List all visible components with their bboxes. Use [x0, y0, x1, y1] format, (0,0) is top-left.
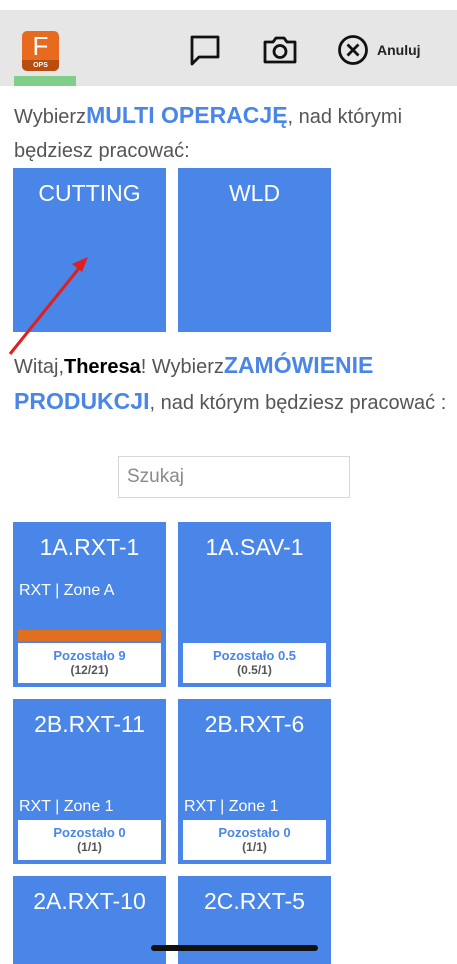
- order-tile[interactable]: 1A.SAV-1 Pozostało 0.5 (0.5/1): [178, 522, 331, 687]
- remaining-box: Pozostało 0.5 (0.5/1): [183, 643, 326, 683]
- order-tile[interactable]: 2B.RXT-11 RXT | Zone 1 Pozostało 0 (1/1): [13, 699, 166, 864]
- order-progress-bar: [18, 630, 161, 641]
- status-strip: [14, 76, 76, 86]
- order-subtitle: RXT | Zone A: [19, 582, 115, 599]
- order-title: 1A.RXT-1: [39, 534, 140, 560]
- order-tile[interactable]: 1A.RXT-1 RXT | Zone A Pozostało 9 (12/21…: [13, 522, 166, 687]
- order-tile[interactable]: 2B.RXT-6 RXT | Zone 1 Pozostało 0 (1/1): [178, 699, 331, 864]
- logo-letter: F: [32, 31, 49, 61]
- chat-button[interactable]: [188, 30, 222, 70]
- cancel-button[interactable]: Anuluj: [337, 30, 421, 70]
- cancel-label: Anuluj: [377, 42, 421, 58]
- remaining-count: (1/1): [242, 840, 267, 854]
- operations-prompt-highlight: MULTI OPERACJĘ: [86, 102, 288, 128]
- order-title: 2A.RXT-10: [33, 888, 146, 914]
- operation-label: WLD: [228, 180, 281, 206]
- remaining-count: (12/21): [70, 663, 109, 677]
- order-subtitle: RXT | Zone 1: [19, 798, 114, 815]
- remaining-label: Pozostało 0.5: [212, 648, 297, 663]
- order-subtitle: RXT | Zone 1: [184, 798, 279, 815]
- search-input[interactable]: [118, 456, 350, 498]
- remaining-box: Pozostało 9 (12/21): [18, 643, 161, 683]
- remaining-box: Pozostało 0 (1/1): [183, 820, 326, 860]
- operations-prompt: WybierzMULTI OPERACJĘ, nad którymi będzi…: [14, 102, 403, 162]
- logo-sub: OPS: [22, 60, 59, 71]
- remaining-count: (0.5/1): [237, 663, 272, 677]
- operation-label: CUTTING: [38, 180, 141, 206]
- order-title: 2B.RXT-6: [204, 711, 305, 737]
- order-title: 2B.RXT-11: [34, 711, 145, 737]
- order-tile[interactable]: 2A.RXT-10: [13, 876, 166, 964]
- remaining-label: Pozostało 0: [53, 825, 126, 840]
- remaining-label: Pozostało 0: [218, 825, 291, 840]
- remaining-count: (1/1): [77, 840, 102, 854]
- operation-tile-wld[interactable]: WLD: [178, 168, 331, 332]
- chat-icon: [190, 35, 220, 66]
- app-logo: F OPS: [22, 31, 59, 71]
- home-indicator[interactable]: [151, 945, 318, 951]
- status-bar-area: [0, 0, 457, 10]
- remaining-box: Pozostało 0 (1/1): [18, 820, 161, 860]
- remaining-label: Pozostało 9: [53, 648, 126, 663]
- top-toolbar: F OPS Anuluj: [0, 0, 457, 86]
- order-title: 1A.SAV-1: [205, 534, 304, 560]
- camera-icon: [263, 36, 297, 64]
- annotation-arrow: [8, 257, 88, 355]
- camera-button[interactable]: [262, 30, 298, 70]
- close-circle-icon: [338, 35, 368, 65]
- order-title: 2C.RXT-5: [204, 888, 305, 914]
